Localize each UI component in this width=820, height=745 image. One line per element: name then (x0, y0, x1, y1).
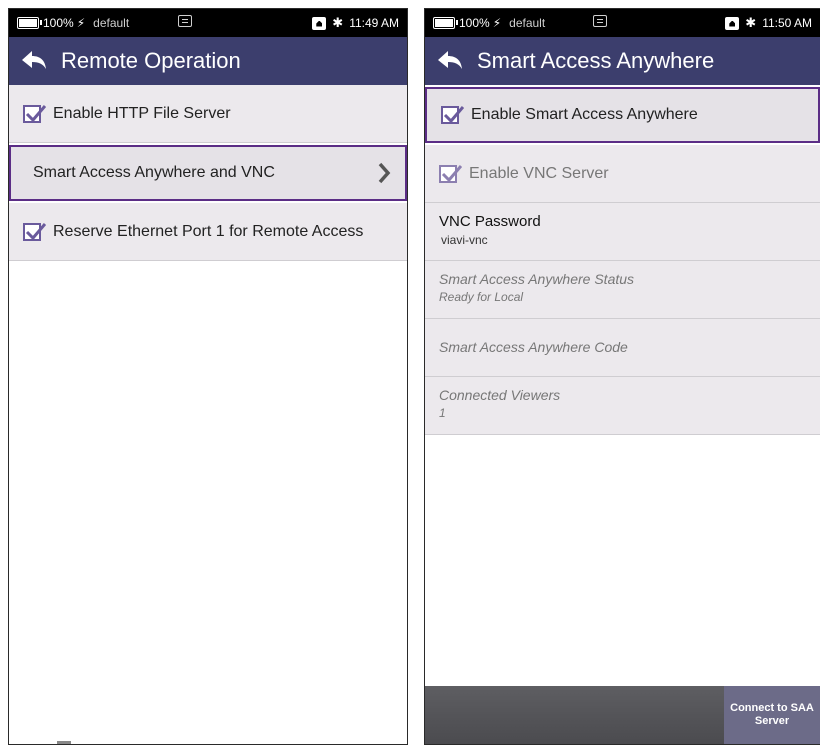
page-title: Smart Access Anywhere (477, 48, 715, 73)
field-label: VNC Password (439, 213, 541, 230)
title-bar: Smart Access Anywhere (425, 37, 820, 85)
keyboard-icon (178, 15, 192, 27)
home-icon (312, 16, 327, 30)
battery-icon (17, 17, 42, 29)
battery-icon (433, 17, 458, 29)
bottom-action-bar: Connect to SAA Server (425, 686, 820, 744)
checkbox-checked-icon[interactable] (23, 104, 46, 123)
enable-smart-access-anywhere-item[interactable]: Enable Smart Access Anywhere (425, 87, 820, 143)
checkbox-checked-icon[interactable] (441, 106, 464, 124)
field-label: Smart Access Anywhere Code (439, 339, 628, 355)
item-label: Reserve Ethernet Port 1 for Remote Acces… (53, 222, 364, 240)
field-value: Ready for Local (439, 290, 524, 304)
enable-http-file-server-item[interactable]: Enable HTTP File Server (9, 85, 407, 143)
page-title: Remote Operation (61, 48, 241, 73)
reserve-ethernet-port-item[interactable]: Reserve Ethernet Port 1 for Remote Acces… (9, 203, 407, 261)
remote-operation-screen: 100% ⚡ default ✱ 11:49 AM Remote Operati… (8, 8, 408, 745)
smart-access-anywhere-screen: 100% ⚡ default ✱ 11:50 AM Smart Access A… (424, 8, 820, 745)
battery-percent: 100% (43, 16, 74, 30)
field-label: Smart Access Anywhere Status (439, 271, 635, 287)
bluetooth-icon: ✱ (332, 15, 344, 30)
field-value: viavi-vnc (441, 233, 488, 247)
profile-name: default (93, 16, 130, 30)
field-label: Connected Viewers (439, 387, 561, 403)
connect-to-saa-server-button[interactable]: Connect to SAA Server (724, 686, 820, 744)
back-arrow-icon[interactable] (435, 46, 465, 76)
bottom-bar-spacer (425, 686, 724, 744)
profile-name: default (509, 16, 546, 30)
title-bar: Remote Operation (9, 37, 407, 85)
keyboard-icon (592, 15, 607, 27)
enable-vnc-server-item[interactable]: Enable VNC Server (425, 145, 820, 203)
item-label: Enable Smart Access Anywhere (471, 106, 698, 123)
back-arrow-icon[interactable] (19, 46, 49, 76)
item-label: Enable HTTP File Server (53, 104, 231, 122)
item-label: Enable VNC Server (469, 164, 609, 182)
connected-viewers-field: Connected Viewers 1 (425, 377, 820, 435)
battery-percent: 100% (459, 16, 490, 30)
charging-icon: ⚡ (492, 16, 502, 30)
checkbox-checked-icon[interactable] (23, 222, 46, 241)
smart-access-anywhere-and-vnc-item[interactable]: Smart Access Anywhere and VNC (9, 145, 407, 201)
bluetooth-icon: ✱ (745, 15, 757, 30)
saa-status-field: Smart Access Anywhere Status Ready for L… (425, 261, 820, 319)
bottom-handle (57, 741, 71, 744)
charging-icon: ⚡ (76, 16, 86, 30)
home-icon (725, 16, 740, 30)
saa-code-field: Smart Access Anywhere Code (425, 319, 820, 377)
item-label: Smart Access Anywhere and VNC (33, 164, 275, 181)
status-bar: 100% ⚡ default ✱ 11:50 AM (425, 9, 820, 37)
clock: 11:50 AM (762, 16, 812, 30)
checkbox-checked-icon[interactable] (439, 164, 462, 183)
clock: 11:49 AM (349, 16, 399, 30)
chevron-right-icon (378, 162, 391, 184)
status-bar: 100% ⚡ default ✱ 11:49 AM (9, 9, 407, 37)
vnc-password-field[interactable]: VNC Password viavi-vnc (425, 203, 820, 261)
field-value: 1 (439, 406, 446, 420)
